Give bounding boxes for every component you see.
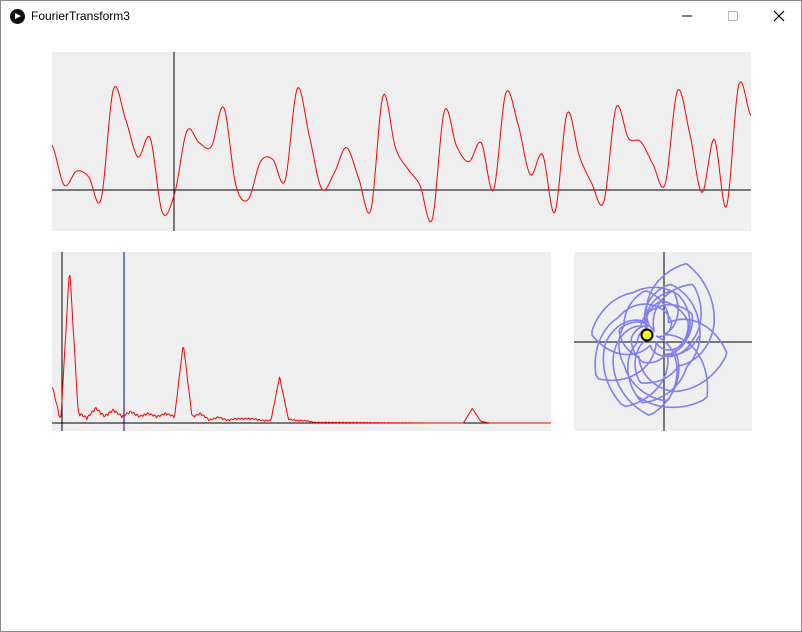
winding-curve (591, 262, 728, 416)
spectrum-plot (52, 252, 551, 431)
minimize-button[interactable] (664, 1, 710, 31)
signal-panel (52, 52, 751, 231)
signal-plot (52, 52, 751, 231)
window-title: FourierTransform3 (31, 9, 130, 23)
minimize-icon (682, 15, 692, 17)
spectrum-line (52, 274, 551, 424)
winding-plot (574, 252, 752, 431)
signal-line (52, 81, 751, 223)
spectrum-panel (52, 252, 551, 431)
title-bar[interactable]: FourierTransform3 (1, 1, 801, 31)
close-button[interactable] (756, 1, 802, 31)
close-icon (773, 10, 785, 22)
app-window: FourierTransform3 (0, 0, 802, 632)
maximize-button[interactable] (710, 1, 756, 31)
winding-centroid-point (640, 328, 654, 342)
winding-panel (574, 252, 752, 431)
processing-play-icon (10, 9, 25, 24)
maximize-icon (728, 11, 738, 21)
